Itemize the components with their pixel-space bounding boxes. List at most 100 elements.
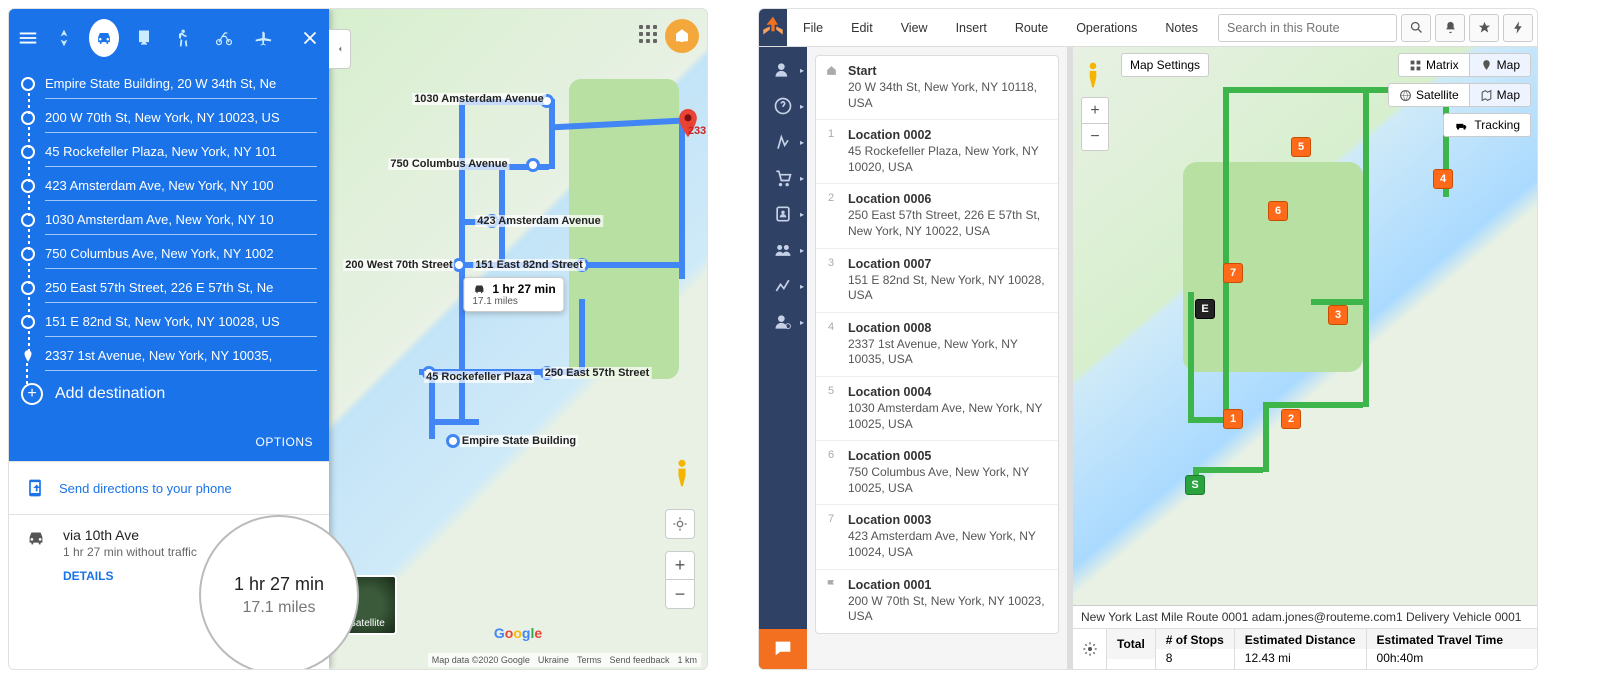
menu-operations[interactable]: Operations	[1064, 9, 1149, 46]
pegman-icon[interactable]	[671, 458, 693, 493]
stop-marker-3[interactable]: 3	[1328, 305, 1348, 325]
tab-best-route[interactable]	[49, 19, 79, 57]
stop-input-row[interactable]: 45 Rockefeller Plaza, New York, NY 101	[21, 135, 317, 169]
satellite-layer-button[interactable]: Satellite	[1388, 83, 1470, 107]
sidebar-add-user[interactable]: ▸	[763, 55, 803, 85]
sidebar-routes[interactable]: ▸	[763, 127, 803, 157]
stop-row[interactable]: 3Location 0007151 E 82nd St, New York, N…	[816, 249, 1058, 313]
send-to-phone-button[interactable]: Send directions to your phone	[9, 461, 329, 514]
stop-input[interactable]: 200 W 70th St, New York, NY 10023, US	[45, 103, 317, 133]
favorites-button[interactable]	[1469, 14, 1499, 42]
tab-car[interactable]	[89, 19, 119, 57]
menu-insert[interactable]: Insert	[944, 9, 999, 46]
stop-input[interactable]: 151 E 82nd St, New York, NY 10028, US	[45, 307, 317, 337]
start-marker[interactable]: S	[1185, 475, 1205, 495]
stop-title: Location 0008	[848, 321, 1050, 335]
zoom-out-button[interactable]: −	[666, 580, 694, 608]
stop-input-row[interactable]: 750 Columbus Ave, New York, NY 1002	[21, 237, 317, 271]
options-button[interactable]: OPTIONS	[9, 425, 329, 461]
sidebar-team[interactable]: ▸	[763, 235, 803, 265]
zoom-in-button[interactable]: +	[666, 552, 694, 580]
hamburger-menu-icon[interactable]	[17, 27, 39, 49]
route-summary-bar: New York Last Mile Route 0001 adam.jones…	[1073, 605, 1537, 669]
stop-input-row[interactable]: 423 Amsterdam Ave, New York, NY 100	[21, 169, 317, 203]
waypoint-marker[interactable]	[526, 158, 540, 172]
map-settings-button[interactable]: Map Settings	[1121, 53, 1209, 77]
tab-walk[interactable]	[169, 19, 199, 57]
close-icon[interactable]	[299, 27, 321, 49]
sidebar-orders[interactable]: ▸	[763, 163, 803, 193]
stop-row[interactable]: 2Location 0006250 East 57th Street, 226 …	[816, 184, 1058, 248]
stop-input[interactable]: 750 Columbus Ave, New York, NY 1002	[45, 239, 317, 269]
stop-marker-1[interactable]: 1	[1223, 409, 1243, 429]
stop-input-row[interactable]: 200 W 70th St, New York, NY 10023, US	[21, 101, 317, 135]
route-tooltip: 1 hr 27 min 17.1 miles	[463, 277, 564, 312]
sidebar-analytics[interactable]: ▸	[763, 271, 803, 301]
menu-edit[interactable]: Edit	[839, 9, 885, 46]
stop-input[interactable]: 250 East 57th Street, 226 E 57th St, Ne	[45, 273, 317, 303]
stop-address: 2337 1st Avenue, New York, NY 10035, USA	[848, 337, 1050, 368]
waypoint-marker[interactable]	[446, 434, 460, 448]
tab-transit[interactable]	[129, 19, 159, 57]
search-button[interactable]	[1401, 14, 1431, 42]
tab-flight[interactable]	[249, 19, 279, 57]
sidebar-chat[interactable]	[759, 629, 807, 669]
add-destination-button[interactable]: + Add destination	[21, 373, 317, 419]
pegman-icon[interactable]	[1083, 61, 1103, 94]
matrix-view-button[interactable]: Matrix	[1398, 53, 1470, 77]
stop-input-row[interactable]: 151 E 82nd St, New York, NY 10028, US	[21, 305, 317, 339]
stop-row[interactable]: 4Location 00082337 1st Avenue, New York,…	[816, 313, 1058, 377]
tracking-button[interactable]: Tracking	[1443, 113, 1531, 137]
map-canvas[interactable]: Map Settings + − Matrix Map Satellite Ma…	[1073, 47, 1537, 605]
notifications-button[interactable]	[1435, 14, 1465, 42]
menu-notes[interactable]: Notes	[1153, 9, 1210, 46]
menu-route[interactable]: Route	[1003, 9, 1060, 46]
map-canvas[interactable]: 1030 Amsterdam Avenue 750 Columbus Avenu…	[329, 9, 707, 669]
stop-input-row[interactable]: 2337 1st Avenue, New York, NY 10035,	[21, 339, 317, 373]
route-line	[1363, 87, 1369, 407]
end-marker[interactable]: E	[1195, 299, 1215, 319]
account-avatar[interactable]	[665, 19, 699, 53]
stop-row[interactable]: Start20 W 34th St, New York, NY 10118, U…	[816, 56, 1058, 120]
stop-input-row[interactable]: 1030 Amsterdam Ave, New York, NY 10	[21, 203, 317, 237]
stop-row[interactable]: 7Location 0003423 Amsterdam Ave, New Yor…	[816, 505, 1058, 569]
stop-row[interactable]: Location 0001200 W 70th St, New York, NY…	[816, 570, 1058, 633]
car-icon	[25, 527, 47, 549]
sidebar-help[interactable]: ▸	[763, 91, 803, 121]
stop-number: 2	[822, 192, 840, 239]
my-location-button[interactable]	[665, 509, 695, 539]
stop-address: 423 Amsterdam Ave, New York, NY 10024, U…	[848, 529, 1050, 560]
stop-marker-5[interactable]: 5	[1291, 137, 1311, 157]
map-layer-button[interactable]: Map	[1470, 83, 1531, 107]
stop-row[interactable]: 1Location 000245 Rockefeller Plaza, New …	[816, 120, 1058, 184]
stop-input[interactable]: 423 Amsterdam Ave, New York, NY 100	[45, 171, 317, 201]
stop-marker-2[interactable]: 2	[1281, 409, 1301, 429]
stop-marker-7[interactable]: 7	[1223, 263, 1243, 283]
app-logo[interactable]	[759, 9, 787, 46]
menu-file[interactable]: File	[791, 9, 835, 46]
map-view-button[interactable]: Map	[1470, 53, 1531, 77]
route-via-label: via 10th Ave	[63, 527, 197, 543]
menu-view[interactable]: View	[889, 9, 940, 46]
stop-marker-6[interactable]: 6	[1268, 201, 1288, 221]
stop-row[interactable]: 6Location 0005750 Columbus Ave, New York…	[816, 441, 1058, 505]
stop-input-row[interactable]: Empire State Building, 20 W 34th St, Ne	[21, 67, 317, 101]
stop-input[interactable]: 1030 Amsterdam Ave, New York, NY 10	[45, 205, 317, 235]
sidebar-settings-user[interactable]: ▸	[763, 307, 803, 337]
zoom-in-button[interactable]: +	[1082, 98, 1108, 124]
stop-input-row[interactable]: 250 East 57th Street, 226 E 57th St, Ne	[21, 271, 317, 305]
stop-input[interactable]: Empire State Building, 20 W 34th St, Ne	[45, 69, 317, 99]
stop-input[interactable]: 45 Rockefeller Plaza, New York, NY 101	[45, 137, 317, 167]
stop-input[interactable]: 2337 1st Avenue, New York, NY 10035,	[45, 341, 317, 371]
stop-number: 1	[822, 128, 840, 175]
summary-settings-button[interactable]	[1073, 629, 1107, 669]
collapse-panel-button[interactable]	[329, 29, 351, 69]
apps-grid-icon[interactable]	[639, 25, 661, 47]
sidebar-addressbook[interactable]: ▸	[763, 199, 803, 229]
zoom-out-button[interactable]: −	[1082, 124, 1108, 150]
stop-row[interactable]: 5Location 00041030 Amsterdam Ave, New Yo…	[816, 377, 1058, 441]
route-search-input[interactable]	[1218, 14, 1397, 42]
tab-bike[interactable]	[209, 19, 239, 57]
quick-action-button[interactable]	[1503, 14, 1533, 42]
stop-marker-4[interactable]: 4	[1433, 169, 1453, 189]
